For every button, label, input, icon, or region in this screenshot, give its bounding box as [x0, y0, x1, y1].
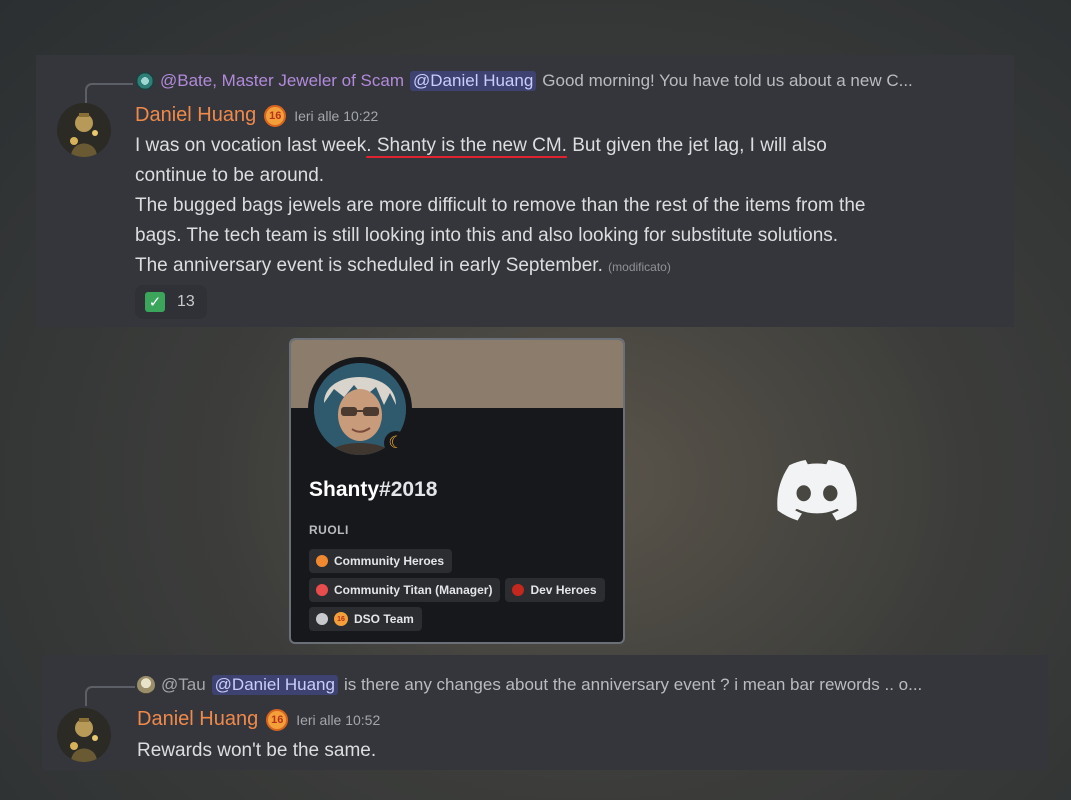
- role-color-dot: [512, 584, 525, 596]
- avatar-image: [57, 708, 111, 762]
- profile-username[interactable]: Shanty#2018: [309, 478, 437, 502]
- role-chip[interactable]: 16 DSO Team: [309, 607, 422, 631]
- reply-text[interactable]: is there any changes about the anniversa…: [344, 675, 922, 695]
- role-label: Dev Heroes: [530, 583, 597, 597]
- game-badge-icon: 16: [266, 708, 289, 731]
- message-content: Rewards won't be the same.: [137, 736, 376, 766]
- reaction-button[interactable]: ✓ 13: [135, 285, 207, 319]
- game-badge-icon: 16: [334, 612, 348, 626]
- reply-author[interactable]: @Bate, Master Jeweler of Scam: [160, 71, 404, 91]
- text-line-2: continue to be around.: [135, 165, 325, 186]
- role-chip[interactable]: Dev Heroes: [505, 578, 605, 602]
- avatar[interactable]: [57, 708, 111, 762]
- profile-card[interactable]: ☾ Shanty#2018 RUOLI Community Heroes Com…: [289, 338, 625, 644]
- avatar-image: [57, 103, 111, 157]
- roles-list: Community Heroes Community Titan (Manage…: [309, 549, 609, 631]
- game-badge-icon: 16: [264, 104, 287, 127]
- white-check-mark-icon: ✓: [145, 292, 165, 312]
- reply-text[interactable]: Good morning! You have told us about a n…: [542, 71, 912, 91]
- text-line-1a: I was on vocation last week: [135, 135, 367, 156]
- reply-avatar[interactable]: [136, 72, 154, 90]
- reply-connector: [85, 686, 135, 706]
- role-chip[interactable]: Community Titan (Manager): [309, 578, 501, 602]
- idle-moon-icon: ☾: [384, 431, 408, 455]
- role-color-dot: [316, 584, 328, 596]
- username[interactable]: Daniel Huang: [135, 104, 256, 127]
- reply-connector: [85, 83, 133, 103]
- role-color-dot: [316, 613, 328, 625]
- roles-heading: RUOLI: [309, 523, 349, 537]
- username[interactable]: Daniel Huang: [137, 708, 258, 731]
- text-line-3: The bugged bags jewels are more difficul…: [135, 195, 866, 216]
- text-line-4: bags. The tech team is still looking int…: [135, 225, 839, 246]
- discord-logo-icon: [777, 460, 857, 521]
- message-bottom[interactable]: @Tau @Daniel Huang is there any changes …: [42, 655, 1048, 770]
- role-chip[interactable]: Community Heroes: [309, 549, 453, 573]
- role-label: Community Heroes: [334, 554, 445, 568]
- role-color-dot: [316, 555, 328, 567]
- role-label: Community Titan (Manager): [334, 583, 493, 597]
- reply-mention[interactable]: @Daniel Huang: [211, 675, 338, 695]
- reaction-count: 13: [177, 293, 195, 310]
- role-label: DSO Team: [354, 612, 414, 626]
- reply-author[interactable]: @Tau: [161, 675, 206, 695]
- reply-preview[interactable]: @Bate, Master Jeweler of Scam @Daniel Hu…: [136, 71, 913, 91]
- edited-label: (modificato): [608, 260, 671, 274]
- avatar[interactable]: [57, 103, 111, 157]
- reply-preview[interactable]: @Tau @Daniel Huang is there any changes …: [137, 675, 922, 695]
- text-line-1-highlight: . Shanty is the new CM.: [366, 135, 567, 156]
- timestamp[interactable]: Ieri alle 10:22: [294, 108, 378, 124]
- text-line-5: The anniversary event is scheduled in ea…: [135, 255, 603, 276]
- timestamp[interactable]: Ieri alle 10:52: [296, 712, 380, 728]
- text-line-1b: But given the jet lag, I will also: [566, 135, 827, 156]
- profile-name: Shanty: [309, 478, 380, 501]
- message-content: I was on vocation last week. Shanty is t…: [135, 131, 995, 282]
- text-line-1: Rewards won't be the same.: [137, 740, 377, 761]
- profile-discriminator: #2018: [379, 478, 438, 501]
- reply-mention[interactable]: @Daniel Huang: [410, 71, 537, 91]
- reply-avatar[interactable]: [137, 676, 155, 694]
